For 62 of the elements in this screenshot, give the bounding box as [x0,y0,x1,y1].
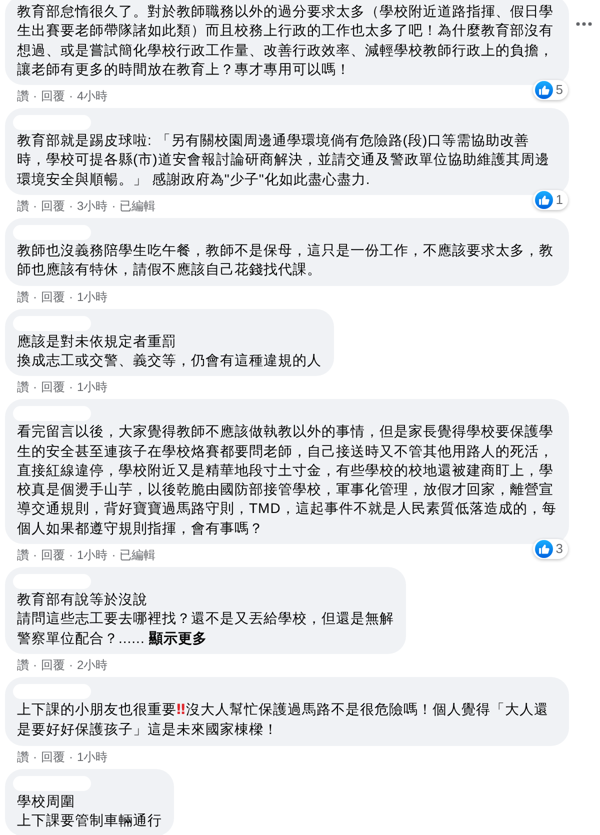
like-link[interactable]: 讚 [17,748,29,765]
separator-dot: · [69,379,73,396]
reply-link[interactable]: 回覆 [41,379,65,396]
timestamp-link[interactable]: 1小時 [77,288,108,305]
timestamp-link[interactable]: 2小時 [77,656,108,673]
reply-link[interactable]: 回覆 [41,88,65,104]
comment-text: 教育部有說等於沒說 [17,590,148,610]
like-link[interactable]: 讚 [17,198,29,214]
separator-dot: · [69,198,73,214]
comment-text: 教師也沒義務陪學生吃午餐，教師不是保母，這只是一份工作，不應該要求太多，教師也應該有特休，請假不應該自己花錢找代課。 [17,241,554,280]
like-icon [534,540,553,558]
reply-link[interactable]: 回覆 [41,288,65,305]
reaction-count: 1 [556,192,563,208]
separator-dot: · [69,288,73,305]
reaction-badge[interactable]: 1 [532,190,568,210]
comment-text: 教育部就是踢皮球啦: 「另有關校園周邊通學環境倘有危險路(段)口等需協助改善時，學校可提各縣(市)道安會報討論研商解決，並請交通及警政單位協助維護其周邊環境安全與順暢。」 感謝政府為"少子"化如此盡心盡力. [17,131,550,189]
separator-dot: · [69,656,73,673]
reply-link[interactable]: 回覆 [41,198,65,214]
separator-dot: · [69,88,73,104]
comment-text: 上下課的小朋友也很重要‼沒大人幫忙保護過馬路不是很危險嗎！個人覺得「大人還是要好好保護孩子」這是未來國家棟樑！ [17,700,550,740]
like-icon [534,81,553,100]
separator-dot: · [33,547,37,564]
like-link[interactable]: 讚 [17,288,29,305]
separator-dot: · [69,547,73,564]
more-options-icon[interactable] [576,22,592,26]
separator-dot: · [33,748,37,765]
like-link[interactable]: 讚 [17,88,29,104]
comment-text: 應該是對未依規定者重罰 [17,332,178,351]
reply-link[interactable]: 回覆 [41,547,65,564]
comment-text: 看完留言以後，大家覺得教師不應該做執教以外的事情，但是家長覺得學校要保護學生的安全甚至連孩子在學校烙賽都要問老師，自己接送時又不管其他用路人的死活，直接紅線違停，學校附近又是精華地段寸土寸金，有些學校的校地還被建商盯上，學校真是個燙手山芋，以後乾脆由國防部接管學校，軍事化管理，放假才回家，離營宣導交通規則，背好寶寶過馬路守則，TMD，這起事件不就是人民素質低落造成的，每個人如果都遵守規則指揮，會有事嗎？ [17,422,557,538]
separator-dot: · [33,656,37,673]
separator-dot: · [33,198,37,214]
comment-text: 學校周圍 [17,792,76,811]
comment-text: 教育部怠惰很久了。對於教師職務以外的過分要求太多（學校附近道路指揮、假日學生出賽要老師帶隊諸如此類）而且校務上行政的工作也太多了吧！為什麼教育部沒有想過、或是嘗試簡化學校行政工作量、改善行政效率、減輕學校教師行政上的負擔，讓老師有更多的時間放在教育上？專才專用可以嗎！ [17,2,554,79]
timestamp-link[interactable]: 1小時 [77,547,108,564]
reply-link[interactable]: 回覆 [41,748,65,765]
reply-link[interactable]: 回覆 [41,656,65,673]
see-more-link[interactable]: 顯示更多 [148,628,207,648]
timestamp-link[interactable]: 3小時 [77,198,108,214]
like-link[interactable]: 讚 [17,379,29,396]
like-icon [534,191,553,210]
comment-text: 警察單位配合？...... [17,628,145,648]
separator-dot: · [112,547,116,564]
reaction-badge[interactable]: 5 [532,80,568,100]
reaction-count: 3 [556,541,563,558]
edited-label: 已編輯 [120,198,156,214]
comment-text: 上下課要管制車輛通行 [17,810,162,830]
like-link[interactable]: 讚 [17,547,29,564]
edited-label: 已編輯 [120,547,156,564]
timestamp-link[interactable]: 1小時 [77,379,108,396]
separator-dot: · [112,198,116,214]
timestamp-link[interactable]: 1小時 [77,748,108,765]
timestamp-link[interactable]: 4小時 [77,88,108,104]
comment-text: 請問這些志工要去哪裡找？還不是又丟給學校，但還是無解 [17,609,394,628]
separator-dot: · [33,88,37,104]
reaction-count: 5 [556,82,563,98]
separator-dot: · [33,288,37,305]
separator-dot: · [33,379,37,396]
like-link[interactable]: 讚 [17,656,29,673]
reaction-badge[interactable]: 3 [532,539,568,560]
comment-text: 換成志工或交警、義交等，仍會有這種違規的人 [17,350,322,370]
separator-dot: · [69,748,73,765]
